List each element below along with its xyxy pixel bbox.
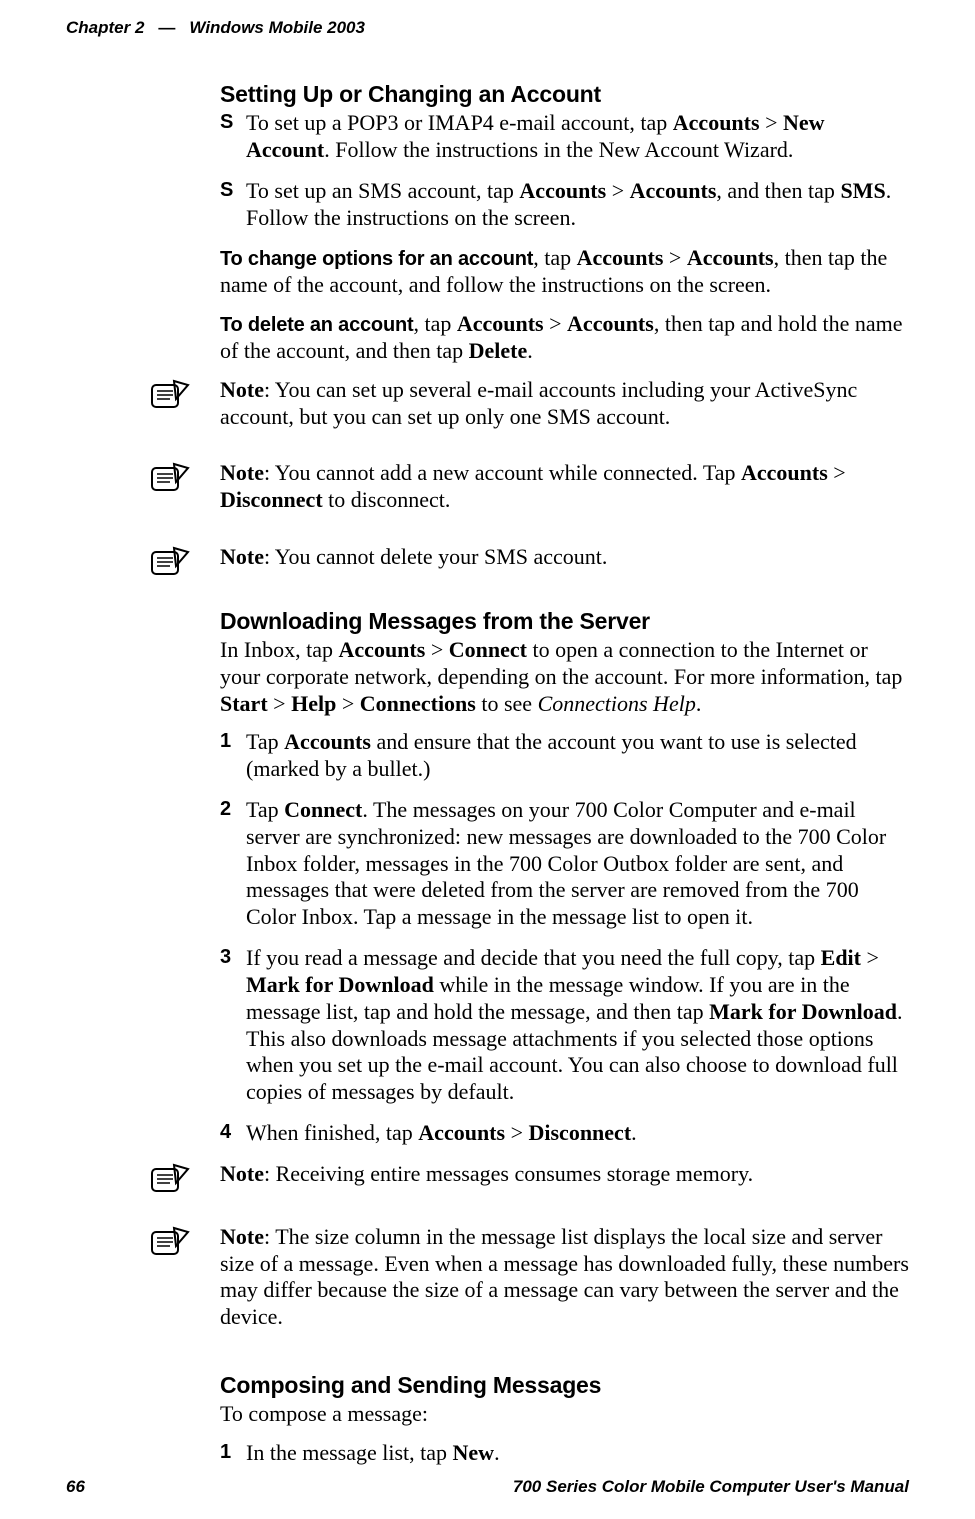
note-cannot-add: Note: You cannot add a new account while…: [150, 460, 909, 526]
setup-bullets: To set up a POP3 or IMAP4 e-mail account…: [220, 110, 909, 231]
compose-steps: In the message list, tap New.: [220, 1440, 909, 1467]
note-icon: [150, 1163, 190, 1206]
note-icon: [150, 546, 190, 589]
header-dash: —: [154, 18, 179, 38]
compose-intro: To compose a message:: [220, 1401, 909, 1428]
section-heading-download: Downloading Messages from the Server: [220, 607, 909, 635]
note-multiple-accounts: Note: You can set up several e-mail acco…: [150, 377, 909, 443]
compose-step1: In the message list, tap New.: [220, 1440, 909, 1467]
footer-page-number: 66: [66, 1477, 85, 1497]
page-content: Setting Up or Changing an Account To set…: [220, 80, 909, 1481]
page-footer: 66 700 Series Color Mobile Computer User…: [66, 1477, 909, 1497]
download-intro: In Inbox, tap Accounts > Connect to open…: [220, 637, 909, 717]
section-heading-setup: Setting Up or Changing an Account: [220, 80, 909, 108]
note-icon: [150, 462, 190, 505]
note-cannot-delete-sms: Note: You cannot delete your SMS account…: [150, 544, 909, 589]
chapter-label: Chapter 2: [66, 18, 144, 38]
download-step1: Tap Accounts and ensure that the account…: [220, 729, 909, 783]
note-size-column: Note: The size column in the message lis…: [150, 1224, 909, 1343]
page-header: Chapter 2 — Windows Mobile 2003: [66, 18, 909, 38]
note-storage: Note: Receiving entire messages consumes…: [150, 1161, 909, 1206]
download-steps: Tap Accounts and ensure that the account…: [220, 729, 909, 1147]
download-step2: Tap Connect. The messages on your 700 Co…: [220, 797, 909, 931]
change-options-lead: To change options for an account: [220, 248, 533, 270]
delete-account-lead: To delete an account: [220, 314, 413, 336]
note-icon: [150, 1226, 190, 1269]
bullet-pop3: To set up a POP3 or IMAP4 e-mail account…: [220, 110, 909, 164]
footer-manual-title: 700 Series Color Mobile Computer User's …: [513, 1477, 909, 1497]
bullet-sms: To set up an SMS account, tap Accounts >…: [220, 178, 909, 232]
header-title: Windows Mobile 2003: [189, 18, 365, 38]
note-icon: [150, 379, 190, 422]
download-step3: If you read a message and decide that yo…: [220, 945, 909, 1106]
section-heading-compose: Composing and Sending Messages: [220, 1371, 909, 1399]
download-step4: When finished, tap Accounts > Disconnect…: [220, 1120, 909, 1147]
